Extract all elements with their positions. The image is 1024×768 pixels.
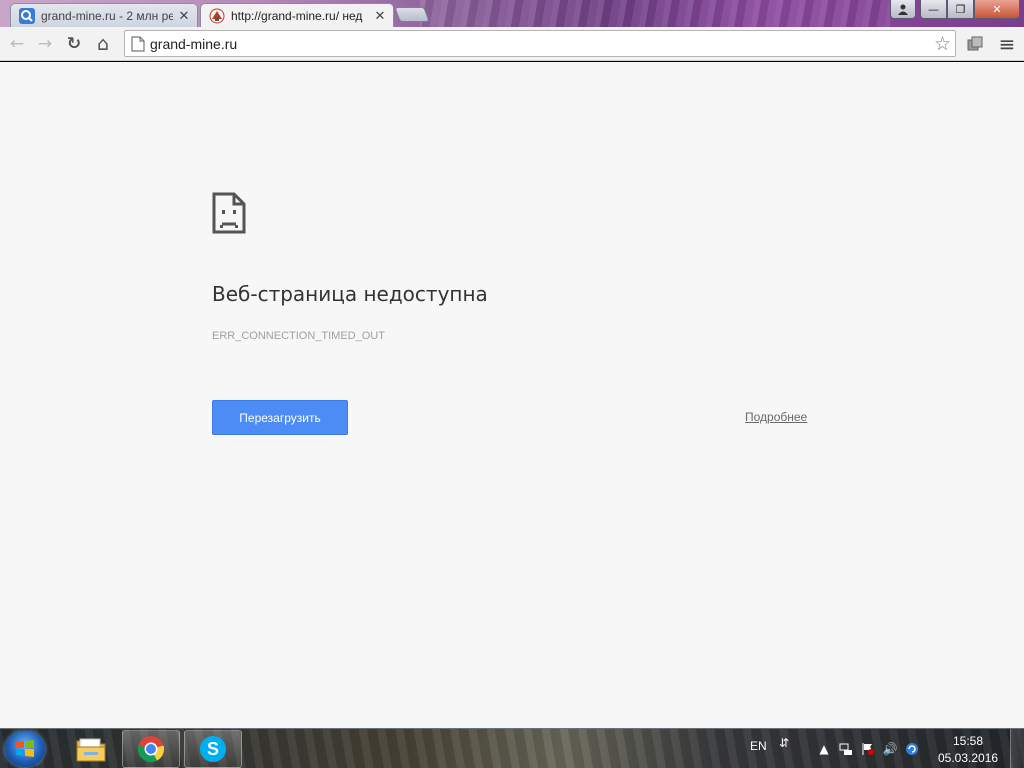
minimize-button[interactable]: — — [920, 0, 947, 19]
sad-document-icon — [212, 192, 246, 234]
windows-logo-icon — [16, 740, 34, 757]
reload-button[interactable]: Перезагрузить — [212, 400, 348, 435]
reload-icon[interactable]: ↻ — [63, 33, 85, 55]
chrome-icon — [137, 736, 165, 763]
explorer-taskbar-button[interactable] — [62, 730, 120, 768]
update-icon[interactable] — [904, 741, 920, 757]
error-page: Веб-страница недоступна ERR_CONNECTION_T… — [0, 62, 1024, 728]
tab-title: http://grand-mine.ru/ нед — [231, 8, 363, 23]
network-icon[interactable] — [838, 741, 854, 757]
new-tab-button[interactable] — [394, 7, 430, 22]
action-center-flag-icon[interactable] — [860, 741, 876, 757]
address-input[interactable]: grand-mine.ru — [150, 36, 910, 52]
error-code: ERR_CONNECTION_TIMED_OUT — [212, 330, 385, 342]
tab-title: grand-mine.ru - 2 млн рез — [41, 8, 173, 23]
user-profile-icon[interactable] — [890, 0, 916, 19]
tab-search-results[interactable]: grand-mine.ru - 2 млн рез ✕ — [10, 3, 198, 27]
extension-icon[interactable] — [964, 33, 986, 55]
page-icon — [131, 36, 145, 52]
home-icon[interactable]: ⌂ — [92, 33, 114, 55]
system-tray: EN ⇵ ▲ 🔊 15:58 05.03.2016 — [734, 729, 1024, 768]
tab-close-button[interactable]: ✕ — [373, 8, 387, 24]
volume-icon[interactable]: 🔊 — [882, 741, 898, 757]
maximize-button[interactable]: ❐ — [947, 0, 974, 19]
site-favicon — [209, 8, 225, 24]
error-heading: Веб-страница недоступна — [212, 282, 488, 306]
start-button[interactable] — [5, 731, 45, 767]
search-icon — [19, 7, 35, 24]
explorer-icon — [76, 738, 106, 762]
windows-taskbar: S EN ⇵ ▲ 🔊 15:58 05.03.2016 — [0, 728, 1024, 768]
close-window-button[interactable]: ✕ — [974, 0, 1020, 19]
window-title-bar: grand-mine.ru - 2 млн рез ✕ http://grand… — [0, 0, 1024, 27]
skype-taskbar-button[interactable]: S — [184, 730, 242, 768]
svg-text:S: S — [207, 739, 219, 759]
menu-icon[interactable]: ≡ — [996, 32, 1018, 56]
forward-icon[interactable]: → — [34, 33, 56, 55]
skype-icon: S — [200, 736, 226, 762]
language-indicator[interactable]: EN — [750, 739, 767, 753]
window-controls: — ❐ ✕ — [890, 0, 1020, 19]
chrome-taskbar-button[interactable] — [122, 730, 180, 768]
clock-time[interactable]: 15:58 — [938, 734, 998, 748]
show-hidden-icons-icon[interactable]: ▲ — [816, 741, 832, 757]
tab-close-button[interactable]: ✕ — [177, 8, 191, 24]
language-bar-options-icon[interactable]: ⇵ — [776, 735, 792, 751]
show-desktop-button[interactable] — [1010, 729, 1024, 768]
address-bar[interactable]: grand-mine.ru ☆ — [124, 30, 956, 57]
bookmark-star-icon[interactable]: ☆ — [934, 33, 951, 55]
back-icon[interactable]: ← — [6, 33, 28, 55]
clock-date[interactable]: 05.03.2016 — [938, 751, 998, 765]
browser-toolbar: ← → ↻ ⌂ grand-mine.ru ☆ ≡ — [0, 27, 1024, 61]
tab-grand-mine[interactable]: http://grand-mine.ru/ нед ✕ — [200, 3, 394, 27]
details-link[interactable]: Подробнее — [745, 410, 807, 424]
